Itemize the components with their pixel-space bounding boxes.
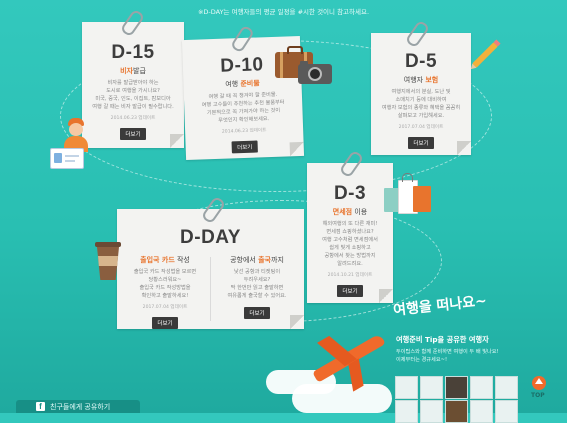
card-divider xyxy=(210,257,211,321)
facebook-share-label: 친구들에게 공유하기 xyxy=(50,403,111,411)
scroll-top-button[interactable] xyxy=(532,376,546,390)
more-button[interactable]: 더보기 xyxy=(231,140,258,154)
arrow-up-icon xyxy=(535,378,543,384)
traveler-person-icon xyxy=(62,118,90,152)
coffee-cup-icon xyxy=(95,242,121,280)
card-subtitle: 여행자 보험 xyxy=(403,76,439,84)
card-d15: D-15 비자발급 비자를 발급받아야 하는 도시로 여행을 가시나요? 미국,… xyxy=(82,8,184,148)
traveler-thumbnail[interactable] xyxy=(470,400,493,423)
card-day-label: D-3 xyxy=(333,183,367,204)
card-dday: D-DAY 출입국 카드 작성 출입국 카드 작성법을 모르면 당황스러워요~ … xyxy=(117,195,304,329)
card-subtitle: 비자발급 xyxy=(120,67,146,75)
traveler-thumbnail[interactable] xyxy=(445,376,468,399)
card-subtitle: 공항에서 출국까지 xyxy=(230,256,284,264)
paperclip-icon xyxy=(404,19,431,49)
traveler-thumbnail[interactable] xyxy=(395,400,418,423)
card-description: 낯선 공항과 티켓팅이 두려우세요? 딱 한번만 읽고 출발하면 여유롭게 출국… xyxy=(227,269,287,299)
camera-icon xyxy=(298,61,332,84)
card-description: 해외여행의 또 다른 재미! 면세점 쇼핑하셨나요? 여행 고수처럼 면세점에서… xyxy=(322,221,378,267)
traveler-thumbnail[interactable] xyxy=(470,376,493,399)
card-subtitle: 여행 준비물 xyxy=(225,79,260,89)
card-day-label: D-15 xyxy=(111,42,155,63)
traveler-thumbnail[interactable] xyxy=(420,400,443,423)
card-d5: D-5 여행자 보험 여행지에서의 분실, 도난 및 소매치기 등에 대비하여 … xyxy=(371,19,471,155)
card-date: 2014.06.23 업데이트 xyxy=(221,128,267,135)
card-description: 출입국 카드 작성법을 모르면 당황스러워요~ 출입국 카드 작성방법을 확인하… xyxy=(133,269,197,299)
card-date: 2014.06.23 업데이트 xyxy=(110,116,156,121)
card-day-label: D-5 xyxy=(404,51,438,72)
card-description: 여행지에서의 분실, 도난 및 소매치기 등에 대비하여 여행자 보험의 종류와… xyxy=(381,89,461,119)
pencil-icon xyxy=(468,39,501,72)
paperclip-icon xyxy=(200,195,227,225)
card-date: 2014.10.21 업데이트 xyxy=(327,273,373,278)
facebook-share-button[interactable]: f 친구들에게 공유하기 xyxy=(16,400,140,413)
card-subtitle: 출입국 카드 작성 xyxy=(140,256,190,264)
card-subtitle: 면세점 이용 xyxy=(332,208,368,216)
facebook-icon: f xyxy=(36,402,45,411)
more-button[interactable]: 더보기 xyxy=(152,317,178,329)
traveler-thumbnail[interactable] xyxy=(395,376,418,399)
traveler-thumbnail[interactable] xyxy=(495,400,518,423)
card-date: 2017.07.04 업데이트 xyxy=(142,305,188,310)
notice-text: ※D-DAY는 여행자들의 평균 일정을 #시한 것이니 참고하세요. xyxy=(197,8,370,16)
paperclip-icon xyxy=(229,24,255,54)
card-d3: D-3 면세점 이용 해외여행의 또 다른 재미! 면세점 쇼핑하셨나요? 여행… xyxy=(307,149,393,303)
card-description: 여행 갈 때 꼭 챙겨야 할 준비물. 여행 고수들이 추천하는 추천 물품부터… xyxy=(201,91,285,124)
id-card-icon xyxy=(50,148,84,169)
traveler-thumbnail[interactable] xyxy=(495,376,518,399)
shopping-bags-icon xyxy=(384,173,434,214)
airplane-icon xyxy=(300,322,390,394)
card-description: 비자를 발급받아야 하는 도시로 여행을 가시나요? 미국, 중국, 인도, 이… xyxy=(92,80,174,110)
more-button[interactable]: 더보기 xyxy=(120,128,146,140)
sns-description: 두이팁스와 함께 준비하면 여행이 두 배 빛나요! 이제부터는 경규세요~! xyxy=(396,349,499,363)
card-day-label: D-DAY xyxy=(180,227,241,248)
more-button[interactable]: 더보기 xyxy=(408,137,434,149)
card-dday-right: 공항에서 출국까지 낯선 공항과 티켓팅이 두려우세요? 딱 한번만 읽고 출발… xyxy=(213,253,301,319)
more-button[interactable]: 더보기 xyxy=(337,285,363,297)
sns-subtitle: 여행준비 Tip을 공유한 여행자 xyxy=(396,335,489,344)
card-dday-left: 출입국 카드 작성 출입국 카드 작성법을 모르면 당황스러워요~ 출입국 카드… xyxy=(121,253,209,329)
card-date: 2017.07.04 업데이트 xyxy=(398,125,444,130)
more-button[interactable]: 더보기 xyxy=(244,307,270,319)
top-label: TOP xyxy=(531,392,545,399)
traveler-thumbnail[interactable] xyxy=(420,376,443,399)
traveler-thumbnail[interactable] xyxy=(445,400,468,423)
